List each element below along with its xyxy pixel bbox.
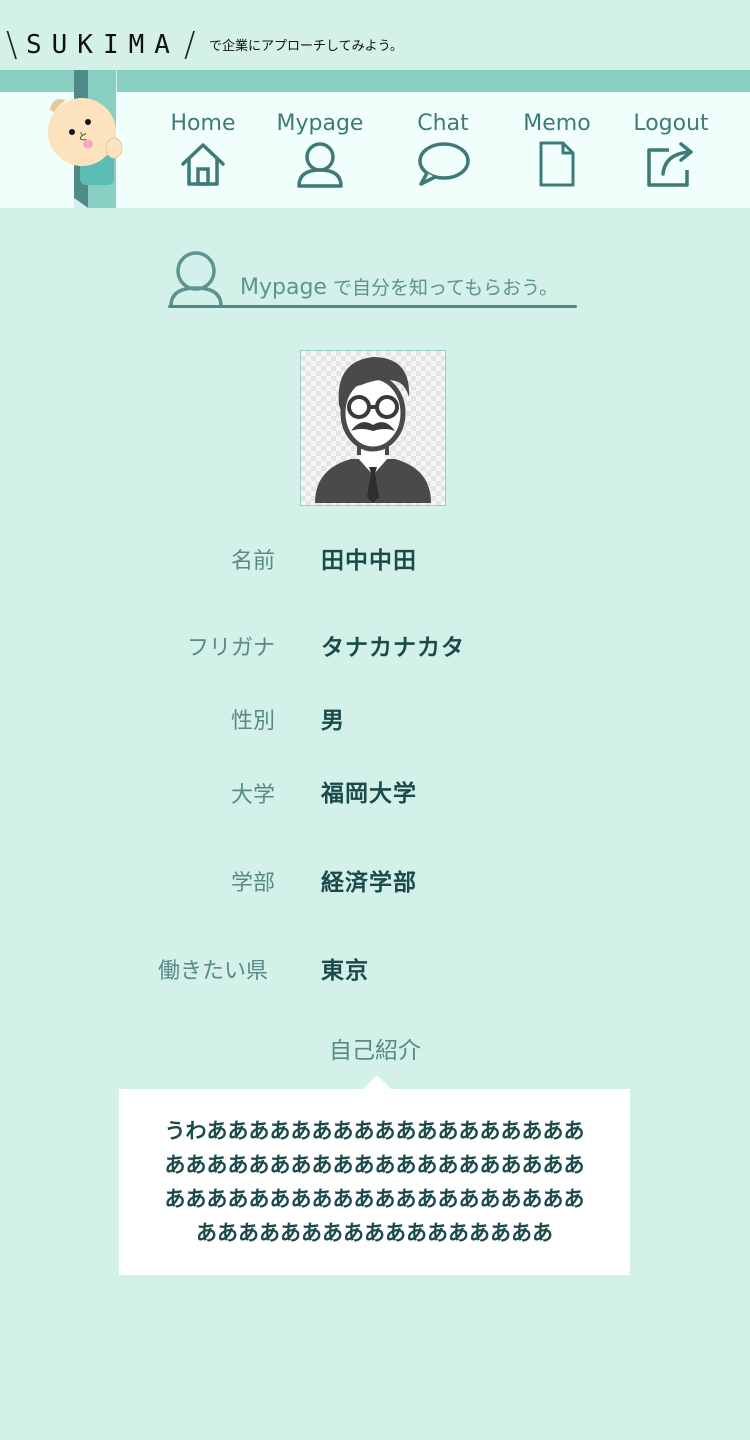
gender-value: 男 <box>321 708 345 734</box>
page-title-subtitle: で自分を知ってもらおう。 <box>326 277 558 299</box>
page-title: Mypage で自分を知ってもらおう。 <box>168 250 577 308</box>
gender-label: 性別 <box>230 709 275 734</box>
nav-mypage-label: Mypage <box>276 111 364 136</box>
self-introduction-text: うわああああああああああああああああああああああああああああああああああああああ… <box>164 1119 585 1245</box>
nav-memo-label: Memo <box>523 111 591 136</box>
faculty-label: 学部 <box>230 871 275 896</box>
site-logo[interactable]: SUKIMA <box>26 30 180 60</box>
nav-mypage[interactable]: Mypage <box>270 110 370 192</box>
home-icon <box>181 143 225 186</box>
chat-bubble-icon <box>418 142 470 186</box>
logo-slash-left: \ <box>6 25 18 65</box>
name-value: 田中中田 <box>321 548 417 574</box>
logout-icon <box>647 142 693 187</box>
nav-home[interactable]: Home <box>153 110 253 192</box>
page-title-main: Mypage <box>240 275 327 300</box>
faculty-value: 経済学部 <box>321 870 417 896</box>
self-introduction-box: うわああああああああああああああああああああああああああああああああああああああ… <box>119 1075 630 1275</box>
document-icon <box>539 141 575 187</box>
baby-mascot-icon: と <box>48 70 123 208</box>
page-title-underline <box>168 305 577 308</box>
site-tagline: で企業にアプローチしてみよう。 <box>209 39 403 54</box>
preferred-prefecture-value: 東京 <box>321 958 369 984</box>
nav-home-label: Home <box>170 111 236 136</box>
furigana-value: タナカナカタ <box>321 635 465 661</box>
user-icon <box>169 251 223 306</box>
logo-slash-right: / <box>184 25 196 65</box>
name-label: 名前 <box>230 549 275 574</box>
university-label: 大学 <box>230 783 275 808</box>
user-icon <box>297 142 343 188</box>
page-title-text: Mypage で自分を知ってもらおう。 <box>240 274 558 302</box>
nav-chat[interactable]: Chat <box>393 110 493 192</box>
nav-chat-label: Chat <box>417 111 469 136</box>
furigana-label: フリガナ <box>186 636 275 661</box>
university-value: 福岡大学 <box>321 781 417 807</box>
nav-logout-label: Logout <box>633 111 709 136</box>
self-introduction-label: 自己紹介 <box>329 1038 421 1064</box>
nav-logout[interactable]: Logout <box>621 110 721 192</box>
nav-memo[interactable]: Memo <box>507 110 607 192</box>
brand-bar: \ SUKIMA / で企業にアプローチしてみよう。 <box>0 0 750 70</box>
avatar[interactable] <box>300 350 446 506</box>
profile-avatar-icon <box>315 357 431 503</box>
preferred-prefecture-label: 働きたい県 <box>157 959 268 984</box>
